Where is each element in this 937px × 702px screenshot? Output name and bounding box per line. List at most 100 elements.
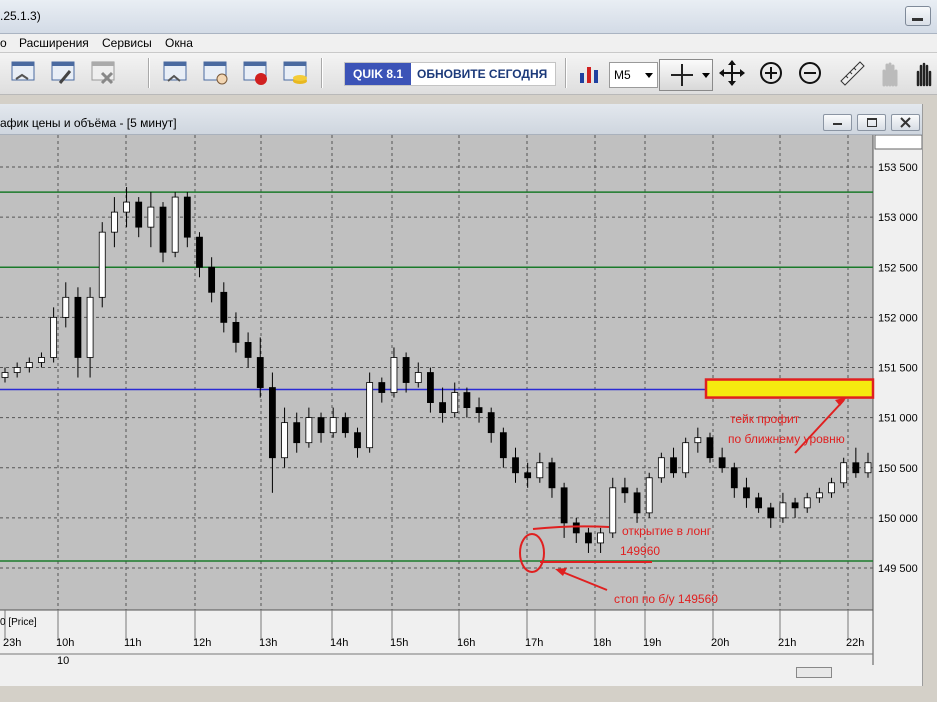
bar-chart-icon[interactable] xyxy=(576,59,604,87)
annotation-text: по ближнему уровню xyxy=(728,432,845,446)
candle-body xyxy=(463,392,471,409)
candle-body xyxy=(427,372,434,403)
candle-body xyxy=(670,457,677,474)
candle-body xyxy=(38,357,45,363)
menu-item-partial[interactable]: о xyxy=(0,36,7,50)
chart-window-title-bar: афик цены и объёма - [5 минут] xyxy=(0,104,922,135)
x-tick-label: 23h xyxy=(3,637,21,649)
order-handshake-icon[interactable] xyxy=(162,59,190,87)
candle-body xyxy=(475,407,483,414)
y-tick-label: 152 500 xyxy=(878,262,918,274)
candle-body xyxy=(609,487,617,534)
scrollbar-thumb[interactable] xyxy=(796,667,832,678)
chart-close-button[interactable] xyxy=(891,114,920,131)
x-tick-label: 17h xyxy=(525,637,543,649)
y-tick-label: 150 000 xyxy=(878,513,918,525)
candle-body xyxy=(633,492,641,514)
candle-body xyxy=(98,231,106,298)
candle-body xyxy=(196,236,203,268)
crosshair-tool-button[interactable] xyxy=(659,59,713,91)
candle-body xyxy=(232,321,240,343)
timeframe-select[interactable]: M5 xyxy=(609,62,658,88)
chart-restore-button[interactable] xyxy=(857,114,886,131)
candle-body xyxy=(414,372,422,383)
candle-body xyxy=(25,362,33,368)
candle-body xyxy=(694,437,702,444)
ruler-icon[interactable] xyxy=(838,59,866,87)
menu-item-services[interactable]: Сервисы xyxy=(102,36,152,50)
crosshair-icon xyxy=(671,64,710,86)
candle-body xyxy=(256,357,264,388)
menu-item-extensions[interactable]: Расширения xyxy=(19,36,89,50)
price-chart[interactable]: 155 550153 500153 000152 500152 000151 5… xyxy=(0,135,922,665)
candle-body xyxy=(329,417,337,434)
menu-item-windows[interactable]: Окна xyxy=(165,36,193,50)
chart-minimize-button[interactable] xyxy=(823,114,852,131)
candle-body xyxy=(755,497,763,509)
chevron-down-icon xyxy=(645,73,653,78)
candle-body xyxy=(524,472,532,479)
y-tick-label: 151 500 xyxy=(878,363,918,375)
candle-body xyxy=(281,422,288,459)
x-tick-label: 14h xyxy=(330,637,348,649)
day-label: 10 xyxy=(57,655,69,665)
candle-body xyxy=(743,487,750,499)
y-tick-label: 150 500 xyxy=(878,463,918,475)
candle-body xyxy=(402,357,410,383)
hand-icon[interactable] xyxy=(912,59,936,87)
chart-scrollbar[interactable] xyxy=(0,665,922,685)
table-tools-icon[interactable] xyxy=(50,59,78,87)
candle-body xyxy=(317,417,325,434)
window-minimize-button[interactable] xyxy=(905,6,931,26)
x-tick-label: 16h xyxy=(457,637,475,649)
candle-body xyxy=(499,432,507,459)
candle-body xyxy=(560,487,568,524)
candle-body xyxy=(110,211,118,233)
plot-area xyxy=(0,135,873,610)
order-hand-icon[interactable] xyxy=(202,59,230,87)
x-tick-label: 21h xyxy=(778,637,796,649)
candle-body xyxy=(828,482,835,494)
app-title: .25.1.3) xyxy=(0,9,41,23)
candle-body xyxy=(171,196,179,253)
take-profit-zone xyxy=(704,378,875,399)
candle-body xyxy=(62,296,70,318)
coins-table-icon[interactable] xyxy=(282,59,310,87)
toolbar-separator xyxy=(321,58,323,88)
candle-body xyxy=(354,432,361,449)
candle-body xyxy=(341,417,349,434)
candle-body xyxy=(864,462,872,474)
candle-body xyxy=(451,392,459,414)
annotation-text: открытие в лонг xyxy=(622,524,712,538)
candle-body xyxy=(439,402,446,414)
candle-body xyxy=(657,457,665,479)
candle-body xyxy=(487,412,495,434)
candle-body xyxy=(682,442,690,474)
order-money-icon[interactable] xyxy=(242,59,270,87)
x-tick-label: 11h xyxy=(124,637,142,649)
candle-body xyxy=(305,417,313,444)
annotation-text: стоп по б/у 149560 xyxy=(614,592,718,606)
move-icon[interactable] xyxy=(718,59,746,87)
toolbar-separator xyxy=(565,58,567,88)
y-tick-label: 152 000 xyxy=(878,312,918,324)
y-tick-label: 151 000 xyxy=(878,413,918,425)
hand-gray-icon[interactable] xyxy=(875,59,903,87)
zoom-out-icon[interactable] xyxy=(796,59,824,87)
candle-body xyxy=(645,477,653,514)
y-tick-label: 153 000 xyxy=(878,212,918,224)
candle-body xyxy=(220,291,228,323)
zoom-in-icon[interactable] xyxy=(757,59,785,87)
candle-body xyxy=(269,387,276,459)
x-tick-label: 12h xyxy=(193,637,211,649)
table-handshake-icon[interactable] xyxy=(10,59,38,87)
quik-update-banner[interactable]: QUIK 8.1 ОБНОВИТЕ СЕГОДНЯ xyxy=(344,62,556,86)
candle-body xyxy=(803,497,811,509)
candle-body xyxy=(13,367,21,373)
update-today-link[interactable]: ОБНОВИТЕ СЕГОДНЯ xyxy=(417,67,547,81)
table-delete-icon[interactable] xyxy=(90,59,118,87)
candle-body xyxy=(791,502,799,509)
candle-body xyxy=(74,296,82,358)
x-tick-label: 18h xyxy=(593,637,611,649)
candle-body xyxy=(293,422,301,444)
